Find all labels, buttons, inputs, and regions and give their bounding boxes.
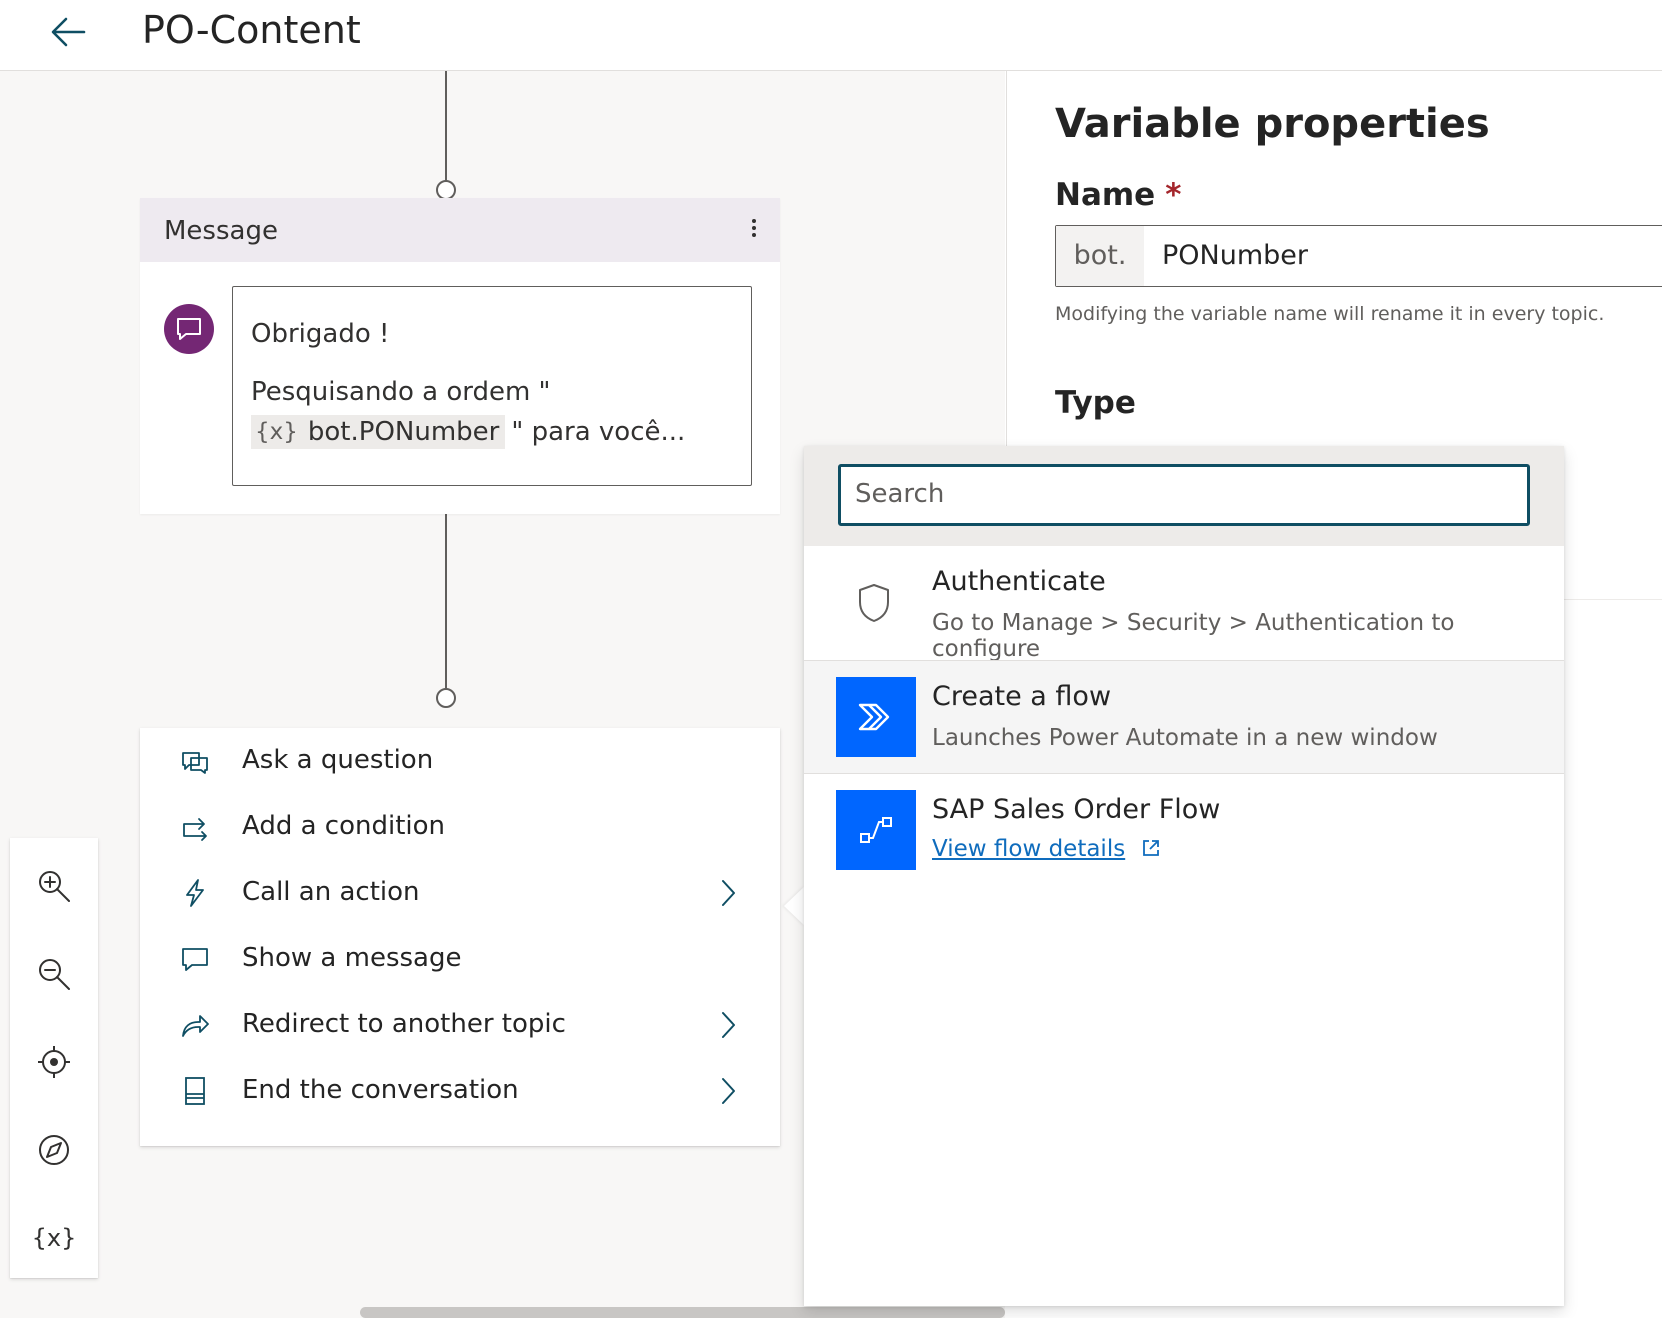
horizontal-scrollbar[interactable]	[360, 1307, 1005, 1318]
minimap-button[interactable]	[32, 1128, 76, 1172]
search-input[interactable]	[841, 467, 1517, 521]
menu-item-ask-question[interactable]: Ask a question	[140, 728, 780, 794]
zoom-in-button[interactable]	[32, 864, 76, 908]
action-authenticate[interactable]: Authenticate Go to Manage > Security > A…	[804, 546, 1564, 662]
chevron-right-icon	[722, 1012, 735, 1038]
type-label: Type	[1055, 385, 1136, 421]
variable-icon: {x}	[31, 1224, 77, 1252]
required-marker: *	[1165, 177, 1182, 213]
question-bubble-icon	[182, 752, 208, 774]
variable-icon: {x}	[255, 419, 298, 445]
variable-name-input[interactable]: PONumber	[1162, 226, 1308, 286]
action-subtitle: Launches Power Automate in a new window	[932, 725, 1438, 751]
end-icon	[185, 1077, 205, 1105]
flow-icon	[836, 790, 916, 870]
menu-item-call-action[interactable]: Call an action	[140, 860, 780, 926]
message-node-header: Message	[140, 198, 780, 262]
zoom-out-icon	[39, 959, 70, 990]
chevron-right-icon	[722, 1078, 735, 1104]
top-bar: PO-Content	[0, 0, 1662, 71]
variable-name-field[interactable]: bot. PONumber	[1055, 225, 1662, 287]
view-flow-details-link[interactable]: View flow details	[932, 836, 1125, 862]
message-line: Obrigado !	[251, 319, 390, 349]
variable-chip[interactable]: {x} bot.PONumber	[251, 415, 506, 449]
add-node-button[interactable]	[436, 688, 456, 708]
message-node-title: Message	[164, 216, 278, 246]
message-line-suffix: " para você...	[511, 417, 686, 447]
menu-item-label: Redirect to another topic	[242, 1009, 566, 1039]
recenter-button[interactable]	[32, 1040, 76, 1084]
connector-line	[445, 514, 447, 691]
chat-bubble-icon	[164, 304, 214, 354]
menu-item-label: Call an action	[242, 877, 420, 907]
chevron-right-icon	[722, 880, 735, 906]
menu-item-label: Add a condition	[242, 811, 446, 841]
menu-item-add-condition[interactable]: Add a condition	[140, 794, 780, 860]
variable-chip-name: bot.PONumber	[307, 417, 500, 447]
target-icon	[38, 1046, 70, 1078]
shield-icon	[859, 584, 889, 622]
power-automate-icon	[836, 677, 916, 757]
menu-item-redirect-topic[interactable]: Redirect to another topic	[140, 992, 780, 1058]
menu-item-label: End the conversation	[242, 1075, 519, 1105]
canvas-zoom-toolbar: {x}	[10, 838, 98, 1278]
variables-button[interactable]: {x}	[31, 1216, 77, 1260]
flow-details-row: View flow details	[932, 836, 1161, 862]
action-create-flow[interactable]: Create a flow Launches Power Automate in…	[804, 661, 1564, 773]
action-sap-sales-order-flow[interactable]: SAP Sales Order Flow View flow details	[804, 774, 1564, 886]
message-line: Pesquisando a ordem "	[251, 377, 551, 407]
connector-node[interactable]	[436, 180, 456, 200]
menu-item-label: Ask a question	[242, 745, 434, 775]
action-title: Create a flow	[932, 681, 1112, 712]
arrow-left-icon	[51, 17, 86, 47]
open-external-icon	[1142, 840, 1159, 856]
call-action-flyout: Authenticate Go to Manage > Security > A…	[804, 446, 1564, 1306]
compass-icon	[39, 1135, 69, 1165]
message-text-editor[interactable]: Obrigado ! Pesquisando a ordem " {x} bot…	[232, 286, 752, 486]
action-title: Authenticate	[932, 566, 1106, 597]
more-options-icon[interactable]	[746, 216, 762, 244]
name-label-text: Name	[1055, 177, 1156, 213]
message-node[interactable]: Message Obrigado ! Pesquisando a ordem "…	[140, 198, 780, 514]
redirect-arrow-icon	[182, 1015, 209, 1037]
branch-icon	[183, 818, 207, 841]
zoom-out-button[interactable]	[32, 952, 76, 996]
search-box[interactable]	[838, 464, 1530, 526]
connector-line	[445, 71, 447, 182]
message-icon	[182, 948, 208, 971]
menu-item-show-message[interactable]: Show a message	[140, 926, 780, 992]
panel-title: Variable properties	[1055, 101, 1490, 147]
flyout-beak	[784, 886, 805, 926]
menu-item-label: Show a message	[242, 943, 462, 973]
back-button[interactable]	[44, 10, 92, 54]
menu-item-end-conversation[interactable]: End the conversation	[140, 1058, 780, 1124]
action-subtitle: Go to Manage > Security > Authentication…	[932, 610, 1455, 662]
name-label: Name *	[1055, 177, 1181, 213]
action-title: SAP Sales Order Flow	[932, 794, 1221, 825]
zoom-in-icon	[39, 871, 70, 902]
flyout-header	[804, 446, 1564, 546]
name-hint: Modifying the variable name will rename …	[1055, 303, 1605, 325]
variable-name-prefix: bot.	[1056, 226, 1144, 286]
add-node-menu: Ask a question Add a condition Call an a…	[140, 728, 780, 1146]
lightning-icon	[186, 879, 204, 907]
page-title: PO-Content	[142, 8, 361, 52]
message-line: {x} bot.PONumber " para você...	[251, 415, 685, 449]
